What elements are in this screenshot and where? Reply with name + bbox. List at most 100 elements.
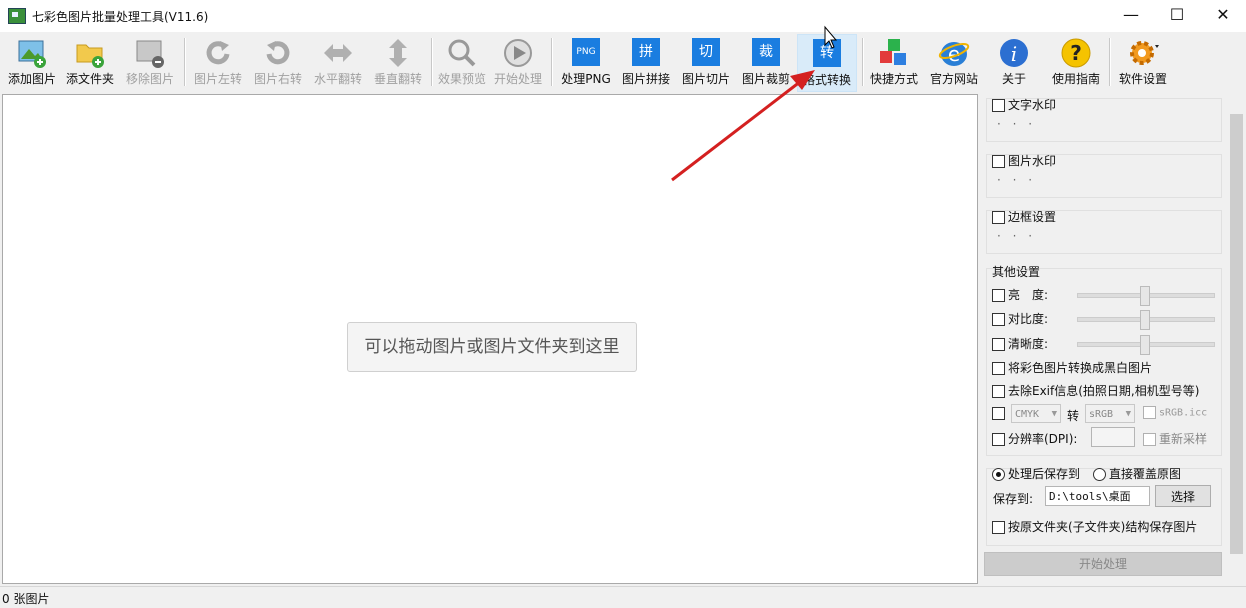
image-watermark-checkbox[interactable]: 图片水印 bbox=[992, 152, 1056, 169]
checkbox-icon bbox=[992, 433, 1005, 446]
save-after-radio[interactable]: 处理后保存到 bbox=[992, 465, 1080, 482]
about-button[interactable]: i 关于 bbox=[986, 34, 1042, 90]
overwrite-radio[interactable]: 直接覆盖原图 bbox=[1093, 465, 1181, 482]
minimize-button[interactable]: — bbox=[1108, 0, 1154, 32]
checkbox-icon bbox=[992, 313, 1005, 326]
title-bar: 七彩色图片批量处理工具(V11.6) — ☐ ✕ bbox=[0, 0, 1246, 32]
checkbox-icon bbox=[1143, 433, 1156, 446]
add-folder-button[interactable]: 添文件夹 bbox=[62, 34, 118, 90]
dpi-checkbox[interactable]: 分辨率(DPI): bbox=[992, 430, 1077, 447]
remove-image-icon bbox=[136, 40, 164, 68]
brightness-slider[interactable] bbox=[1077, 286, 1215, 306]
sharpness-slider[interactable] bbox=[1077, 335, 1215, 355]
save-after-label: 处理后保存到 bbox=[1008, 467, 1081, 481]
slice-button[interactable]: 切 图片切片 bbox=[678, 34, 734, 90]
contrast-checkbox[interactable]: 对比度: bbox=[992, 310, 1048, 327]
guide-button[interactable]: ? 使用指南 bbox=[1046, 34, 1106, 90]
checkbox-icon bbox=[992, 338, 1005, 351]
other-settings-group: 其他设置 亮 度: 对比度: 清晰度: 将彩色图片转换成黑白图片 去除Exif信… bbox=[986, 265, 1222, 456]
settings-button[interactable]: 软件设置 bbox=[1114, 34, 1172, 90]
about-label: 关于 bbox=[1001, 72, 1026, 86]
svg-text:?: ? bbox=[1070, 41, 1082, 65]
dpi-input[interactable] bbox=[1091, 427, 1135, 447]
flip-horizontal-button[interactable]: 水平翻转 bbox=[310, 34, 366, 90]
resample-checkbox[interactable]: 重新采样 bbox=[1143, 430, 1207, 447]
srgb-value: sRGB bbox=[1089, 409, 1114, 420]
stitch-button[interactable]: 拼 图片拼接 bbox=[618, 34, 674, 90]
contrast-slider[interactable] bbox=[1077, 310, 1215, 330]
app-icon bbox=[8, 8, 26, 24]
convert-icon: 转 bbox=[813, 39, 841, 67]
checkbox-icon bbox=[992, 155, 1005, 168]
close-button[interactable]: ✕ bbox=[1200, 0, 1246, 32]
start-processing-button[interactable]: 开始处理 bbox=[984, 552, 1222, 576]
shortcut-button[interactable]: 快捷方式 bbox=[866, 34, 922, 90]
rotate-left-icon bbox=[206, 41, 230, 65]
rotate-left-label: 图片左转 bbox=[193, 72, 242, 86]
rotate-left-button[interactable]: 图片左转 bbox=[190, 34, 246, 90]
rotate-right-button[interactable]: 图片右转 bbox=[250, 34, 306, 90]
overwrite-label: 直接覆盖原图 bbox=[1109, 467, 1182, 481]
add-image-button[interactable]: 添加图片 bbox=[4, 34, 60, 90]
panel-scrollbar[interactable] bbox=[1228, 92, 1245, 582]
rotate-right-label: 图片右转 bbox=[253, 72, 302, 86]
image-list-area[interactable]: 可以拖动图片或图片文件夹到这里 bbox=[2, 94, 978, 584]
crop-label: 图片裁剪 bbox=[741, 72, 790, 86]
keep-structure-checkbox[interactable]: 按原文件夹(子文件夹)结构保存图片 bbox=[992, 518, 1197, 535]
srgb-select[interactable]: sRGB ▼ bbox=[1085, 404, 1135, 423]
image-count: 0 张图片 bbox=[2, 592, 50, 606]
exif-label: 去除Exif信息(拍照日期,相机型号等) bbox=[1008, 384, 1200, 398]
convert-format-button[interactable]: 转 格式转换 bbox=[797, 34, 857, 92]
brightness-checkbox[interactable]: 亮 度: bbox=[992, 286, 1048, 303]
border-group: 边框设置 · · · bbox=[986, 210, 1222, 254]
slice-icon: 切 bbox=[692, 38, 720, 66]
border-dots: · · · bbox=[997, 229, 1037, 243]
website-button[interactable]: e 官方网站 bbox=[926, 34, 982, 90]
preview-label: 效果预览 bbox=[437, 72, 486, 86]
toolbar-separator bbox=[862, 38, 864, 86]
toolbar-separator bbox=[551, 38, 553, 86]
remove-image-button[interactable]: 移除图片 bbox=[122, 34, 178, 90]
window-title: 七彩色图片批量处理工具(V11.6) bbox=[32, 10, 209, 24]
icc-checkbox[interactable]: sRGB.icc bbox=[1143, 406, 1207, 419]
start-button-toolbar[interactable]: 开始处理 bbox=[490, 34, 546, 90]
grayscale-checkbox[interactable]: 将彩色图片转换成黑白图片 bbox=[992, 359, 1152, 376]
scrollbar-thumb[interactable] bbox=[1230, 114, 1243, 554]
checkbox-icon bbox=[992, 521, 1005, 534]
preview-button[interactable]: 效果预览 bbox=[434, 34, 490, 90]
slider-thumb[interactable] bbox=[1140, 335, 1150, 355]
contrast-label: 对比度: bbox=[1008, 312, 1049, 326]
flip-vertical-button[interactable]: 垂直翻转 bbox=[370, 34, 426, 90]
stitch-label: 图片拼接 bbox=[621, 72, 670, 86]
settings-panel: 文字水印 · · · 图片水印 · · · 边框设置 · · · 其他设置 亮 … bbox=[982, 92, 1228, 582]
drop-hint: 可以拖动图片或图片文件夹到这里 bbox=[347, 322, 637, 372]
radio-icon bbox=[992, 468, 1005, 481]
help-icon: ? bbox=[1061, 38, 1091, 68]
slider-thumb[interactable] bbox=[1140, 310, 1150, 330]
exif-checkbox[interactable]: 去除Exif信息(拍照日期,相机型号等) bbox=[992, 382, 1199, 399]
process-png-button[interactable]: PNG 处理PNG bbox=[558, 34, 614, 90]
sharpness-label: 清晰度: bbox=[1008, 337, 1049, 351]
save-path-input[interactable]: D:\tools\桌面 bbox=[1045, 486, 1150, 506]
svg-text:i: i bbox=[1011, 42, 1017, 66]
ie-icon: e bbox=[938, 42, 970, 66]
sharpness-checkbox[interactable]: 清晰度: bbox=[992, 335, 1048, 352]
toolbar-separator bbox=[431, 38, 433, 86]
flip-vertical-label: 垂直翻转 bbox=[373, 72, 422, 86]
convert-label: 格式转换 bbox=[802, 73, 851, 87]
maximize-button[interactable]: ☐ bbox=[1154, 0, 1200, 32]
color-convert-checkbox[interactable] bbox=[992, 406, 1008, 420]
choose-folder-button[interactable]: 选择 bbox=[1155, 485, 1211, 507]
checkbox-icon bbox=[992, 211, 1005, 224]
slider-thumb[interactable] bbox=[1140, 286, 1150, 306]
text-watermark-checkbox[interactable]: 文字水印 bbox=[992, 96, 1056, 113]
chevron-down-icon: ▼ bbox=[1125, 409, 1131, 419]
image-watermark-group: 图片水印 · · · bbox=[986, 154, 1222, 198]
website-label: 官方网站 bbox=[929, 72, 978, 86]
border-checkbox[interactable]: 边框设置 bbox=[992, 208, 1056, 225]
checkbox-icon bbox=[992, 289, 1005, 302]
radio-icon bbox=[1093, 468, 1106, 481]
settings-label: 软件设置 bbox=[1118, 72, 1167, 86]
cmyk-select[interactable]: CMYK ▼ bbox=[1011, 404, 1061, 423]
crop-button[interactable]: 裁 图片裁剪 bbox=[738, 34, 794, 90]
